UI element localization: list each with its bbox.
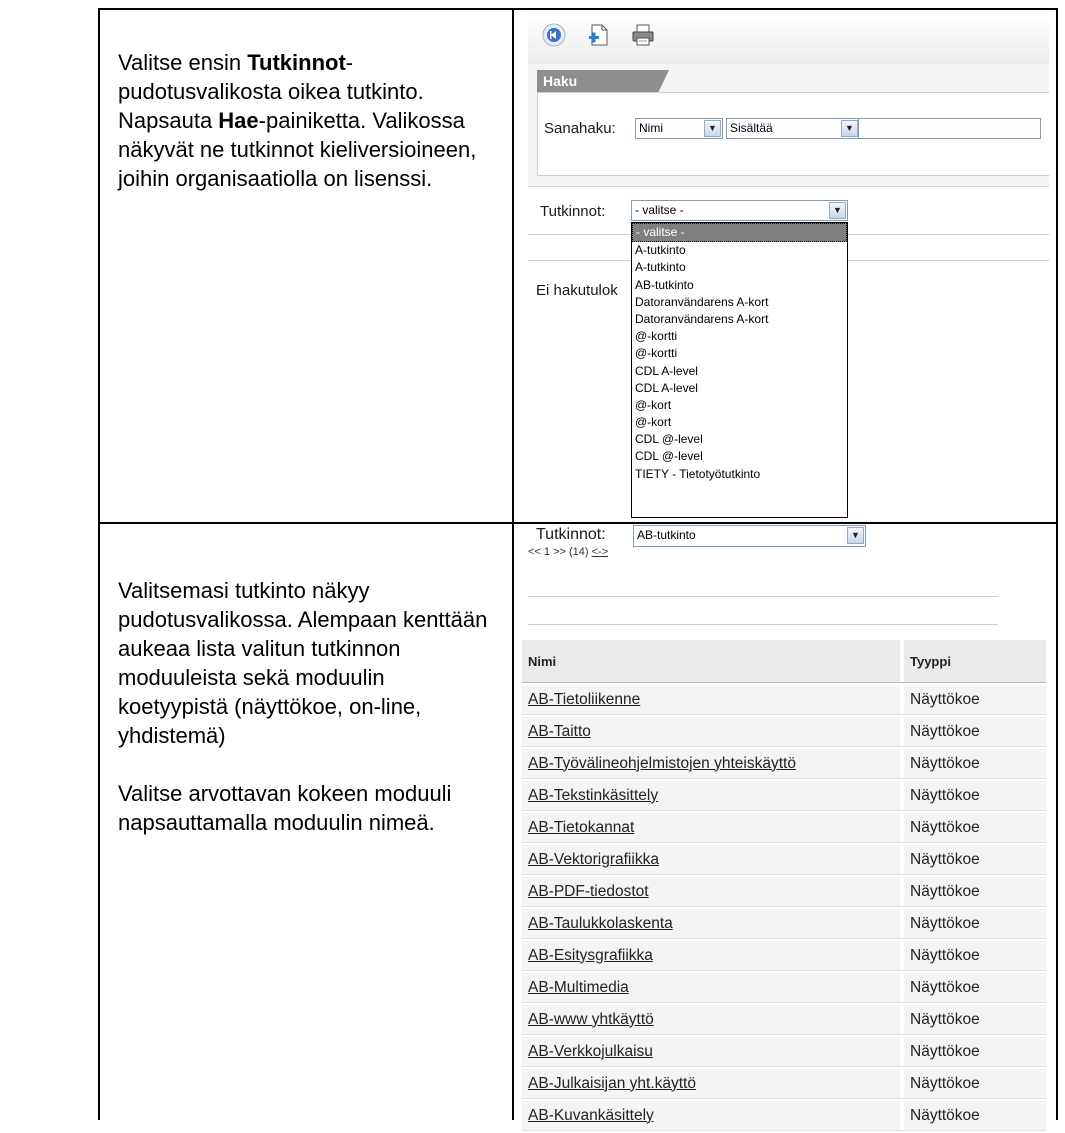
tutkinnot-label: Tutkinnot: [540,203,606,220]
module-link[interactable]: AB-Multimedia [522,973,900,1003]
back-icon[interactable] [541,22,567,48]
module-type: Näyttökoe [904,845,1046,875]
table-row: AB-Kuvankäsittely Näyttökoe [522,1101,1046,1131]
dropdown-option[interactable]: CDL @-level [632,448,847,465]
dropdown-option[interactable]: @-kortti [632,345,847,362]
table-row: AB-Esitysgrafiikka Näyttökoe [522,941,1046,971]
dropdown-option[interactable]: @-kortti [632,328,847,345]
table-row: AB-Tietoliikenne Näyttökoe [522,685,1046,715]
dropdown-option[interactable]: Datoranvändarens A-kort [632,294,847,311]
dropdown-option[interactable]: TIETY - Tietotyötutkinto [632,466,847,483]
table-header-row: Nimi Tyyppi [522,640,1046,683]
table-border-right [1056,8,1058,1120]
tutkinnot-label: Tutkinnot: [536,526,606,543]
dropdown-option[interactable]: AB-tutkinto [632,277,847,294]
module-type: Näyttökoe [904,749,1046,779]
tutkinnot-select[interactable]: AB-tutkinto ▼ [633,525,866,547]
column-header-name[interactable]: Nimi [522,640,900,683]
table-row: AB-Verkkojulkaisu Näyttökoe [522,1037,1046,1067]
module-type: Näyttökoe [904,781,1046,811]
search-panel-title: Haku [537,70,669,92]
table-row: AB-www yhtkäyttö Näyttökoe [522,1005,1046,1035]
chevron-down-icon: ▼ [841,120,858,137]
module-type: Näyttökoe [904,941,1046,971]
module-type: Näyttökoe [904,973,1046,1003]
module-link[interactable]: AB-www yhtkäyttö [522,1005,900,1035]
instruction-text-bottom: Valitsemasi tutkinto näkyy pudotusvaliko… [118,576,488,866]
field-select[interactable]: Nimi ▼ [635,118,723,139]
dropdown-option[interactable]: - valitse - [632,223,847,243]
module-type: Näyttökoe [904,1101,1046,1131]
module-link[interactable]: AB-Vektorigrafiikka [522,845,900,875]
keyword-hae: Hae [218,108,259,133]
table-row: AB-Työvälineohjelmistojen yhteiskäyttö Nä… [522,749,1046,779]
chevron-down-icon: ▼ [829,202,846,219]
module-type: Näyttökoe [904,813,1046,843]
module-link[interactable]: AB-Taulukkolaskenta [522,909,900,939]
module-link[interactable]: AB-Työvälineohjelmistojen yhteiskäyttö [522,749,900,779]
module-link[interactable]: AB-Julkaisijan yht.käyttö [522,1069,900,1099]
instruction-paragraph: Valitsemasi tutkinto näkyy pudotusvaliko… [118,578,488,748]
module-type: Näyttökoe [904,1069,1046,1099]
instruction-paragraph: Valitse ensin Tutkinnot-pudotusvalikosta… [118,50,477,191]
pager: << 1 >> (14) <-> [528,546,609,558]
table-row: AB-Tietokannat Näyttökoe [522,813,1046,843]
module-link[interactable]: AB-PDF-tiedostot [522,877,900,907]
pager-toggle-link[interactable]: <-> [592,546,609,558]
table-row: AB-PDF-tiedostot Näyttökoe [522,877,1046,907]
module-type: Näyttökoe [904,909,1046,939]
module-link[interactable]: AB-Taitto [522,717,900,747]
module-link[interactable]: AB-Tekstinkäsittely [522,781,900,811]
table-border-top [98,8,1058,10]
no-results-text: Ei hakutulok [536,282,618,299]
mode-select[interactable]: Sisältää ▼ [726,118,860,139]
dropdown-option[interactable]: Datoranvändarens A-kort [632,311,847,328]
module-link[interactable]: AB-Tietokannat [522,813,900,843]
search-input[interactable] [858,118,1041,139]
table-border-left [98,8,100,1120]
keyword-tutkinnot: Tutkinnot [247,50,346,75]
table-row: AB-Vektorigrafiikka Näyttökoe [522,845,1046,875]
table-row: AB-Tekstinkäsittely Näyttökoe [522,781,1046,811]
instruction-paragraph: Valitse arvottavan kokeen moduuli napsau… [118,781,452,835]
print-icon[interactable] [630,22,656,48]
module-type: Näyttökoe [904,717,1046,747]
chevron-down-icon: ▼ [704,120,721,137]
table-row: AB-Multimedia Näyttökoe [522,973,1046,1003]
tutkinnot-select[interactable]: - valitse - ▼ [631,200,848,221]
dropdown-option[interactable]: CDL A-level [632,380,847,397]
chevron-down-icon: ▼ [847,527,864,544]
module-link[interactable]: AB-Esitysgrafiikka [522,941,900,971]
dropdown-option[interactable]: A-tutkinto [632,259,847,276]
table-row: AB-Taitto Näyttökoe [522,717,1046,747]
divider [528,596,998,597]
column-header-type[interactable]: Tyyppi [904,640,1046,683]
module-link[interactable]: AB-Verkkojulkaisu [522,1037,900,1067]
results-table: Nimi Tyyppi AB-Tietoliikenne Näyttökoe AB… [522,638,1046,1133]
dropdown-option[interactable]: CDL A-level [632,363,847,380]
dropdown-option[interactable]: @-kort [632,397,847,414]
module-type: Näyttökoe [904,1037,1046,1067]
dropdown-option[interactable]: @-kort [632,414,847,431]
sanahaku-label: Sanahaku: [544,120,616,137]
dropdown-option[interactable]: CDL @-level [632,431,847,448]
instruction-text-top: Valitse ensin Tutkinnot-pudotusvalikosta… [118,48,488,222]
dropdown-option[interactable]: A-tutkinto [632,242,847,259]
module-link[interactable]: AB-Tietoliikenne [522,685,900,715]
module-link[interactable]: AB-Kuvankäsittely [522,1101,900,1131]
module-type: Näyttökoe [904,877,1046,907]
table-row-divider [98,522,1058,524]
divider [528,624,998,625]
table-row: AB-Taulukkolaskenta Näyttökoe [522,909,1046,939]
module-type: Näyttökoe [904,685,1046,715]
tutkinnot-dropdown-list[interactable]: - valitse - A-tutkinto A-tutkinto AB-tut… [631,222,848,518]
module-type: Näyttökoe [904,1005,1046,1035]
table-border-middle [512,8,514,1120]
table-row: AB-Julkaisijan yht.käyttö Näyttökoe [522,1069,1046,1099]
add-document-icon[interactable] [586,22,612,48]
